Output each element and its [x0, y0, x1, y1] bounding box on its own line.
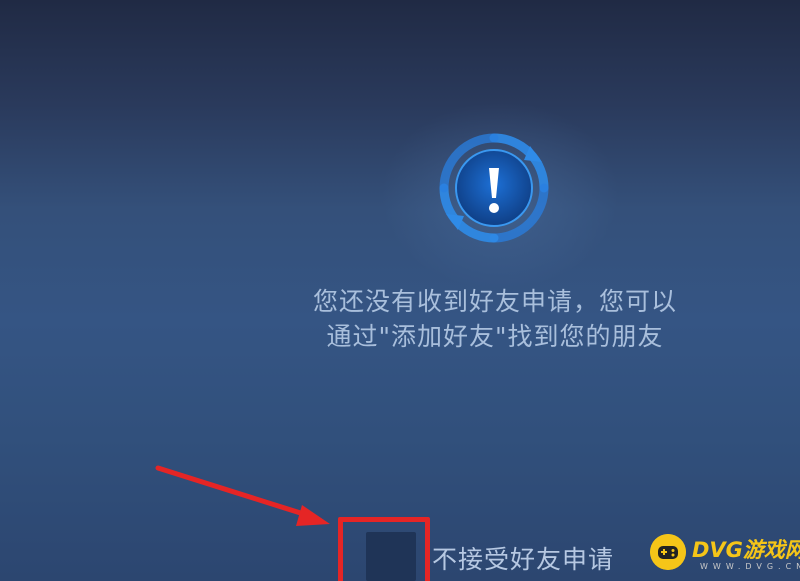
reject-friend-requests-checkbox[interactable]	[366, 532, 416, 581]
site-watermark: DVG游戏网 WWW.DVG.CN	[648, 528, 800, 578]
exclamation-alert-icon	[439, 133, 549, 243]
reject-friend-requests-label[interactable]: 不接受好友申请	[432, 540, 614, 576]
gamepad-logo-icon	[650, 534, 686, 570]
empty-state-line-1: 您还没有收到好友申请，您可以	[312, 287, 677, 316]
watermark-subtitle: WWW.DVG.CN	[700, 562, 800, 571]
watermark-title: DVG游戏网	[692, 538, 800, 562]
empty-state-line-2: 通过"添加好友"找到您的朋友	[326, 322, 664, 351]
empty-state-message: 您还没有收到好友申请，您可以 通过"添加好友"找到您的朋友	[260, 284, 730, 354]
